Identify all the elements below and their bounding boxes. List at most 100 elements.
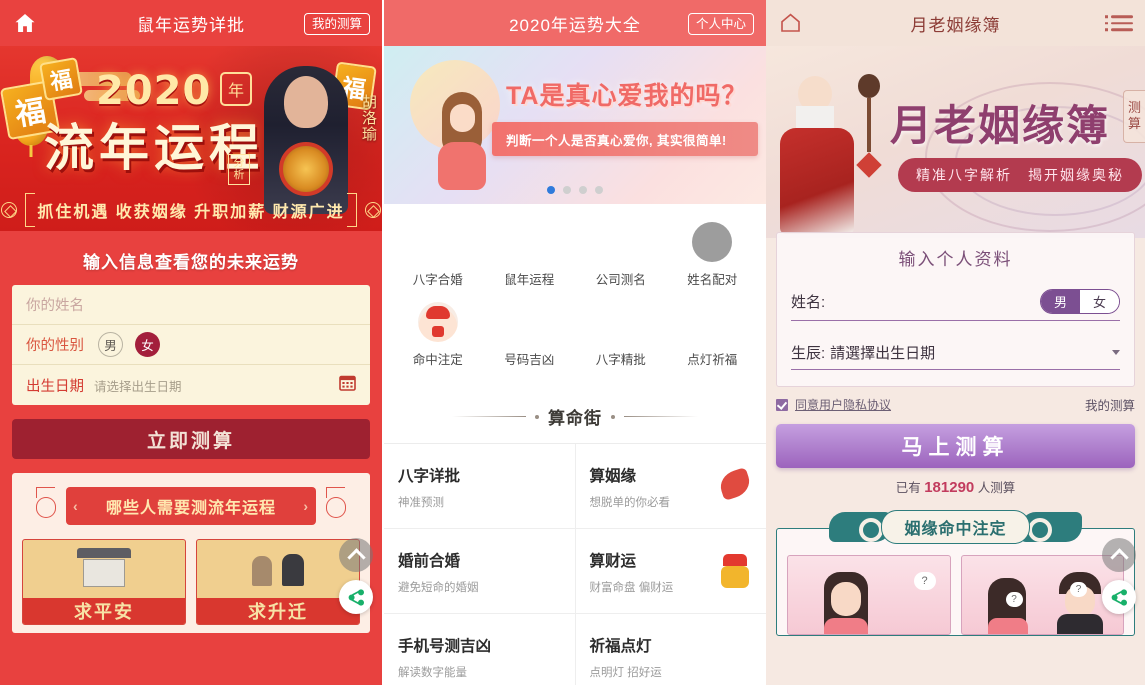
- divider-dot: [535, 414, 539, 419]
- fu-character: 福: [38, 56, 84, 102]
- grid-item-label: 姓名配对: [687, 273, 738, 287]
- list-item-subtitle: 避免短命的婚姻: [398, 582, 479, 594]
- scroll-to-top-button[interactable]: [339, 538, 373, 572]
- side-tab-calculate[interactable]: 测算: [1123, 90, 1145, 143]
- section-card-single[interactable]: ?: [787, 555, 951, 635]
- gender-male-option[interactable]: 男: [1040, 290, 1080, 313]
- my-records-label: 我的测算: [303, 13, 370, 35]
- panel1-title: 鼠年运势详批: [137, 15, 245, 35]
- list-item-subtitle: 解读数字能量: [398, 667, 467, 679]
- carousel-dot[interactable]: [595, 186, 603, 194]
- name-label: 姓名:: [791, 294, 826, 311]
- panel3-appbar: 月老姻缘簿: [766, 0, 1145, 46]
- gender-female-option[interactable]: 女: [135, 332, 160, 357]
- grid-item-shunian-yuncheng[interactable]: 鼠年运程: [484, 214, 576, 294]
- menu-list-icon[interactable]: [1105, 15, 1133, 31]
- submit-button-p3[interactable]: 马上测算: [776, 424, 1135, 468]
- panel3-hero-banner[interactable]: 月老姻缘簿 精准八字解析 揭开姻缘奥秘 测算: [766, 46, 1145, 238]
- gender-female-option[interactable]: 女: [1079, 290, 1119, 313]
- agree-checkbox[interactable]: [776, 398, 788, 411]
- section-card-label: 求平安: [23, 598, 185, 624]
- birthdate-field-row-p3[interactable]: 生辰: 請選擇出生日期: [791, 335, 1120, 370]
- list-item-suan-caiyun[interactable]: 算财运 财富命盘 偏财运: [574, 529, 766, 614]
- panel2-appbar: 2020年运势大全 个人中心: [384, 0, 766, 46]
- divider-dot: [611, 414, 615, 419]
- carousel-dots[interactable]: [384, 186, 766, 194]
- section-heading-row: 哪些人需要测流年运程: [22, 487, 360, 525]
- list-item-bazi-xiangpi[interactable]: 八字详批 神准预测: [384, 444, 575, 529]
- section-card[interactable]: 求平安: [22, 539, 186, 625]
- master-name: 胡洛瑜: [360, 94, 377, 142]
- grid-item-gongsi-ceming[interactable]: 公司测名: [575, 214, 667, 294]
- panel1-appbar: 鼠年运势详批 我的测算: [0, 0, 382, 46]
- temple-illustration: [77, 548, 131, 588]
- panel1-hero-banner[interactable]: 福 福 福 2020 年 流年运程 分析 胡洛瑜 抓住机遇 收获姻缘 升职加薪 …: [0, 46, 382, 231]
- grid-item-haoma-jixiong[interactable]: 号码吉凶: [484, 294, 576, 374]
- grid-item-xingming-peidui[interactable]: 姓名配对: [667, 214, 759, 294]
- name-field-row[interactable]: 你的姓名: [12, 285, 370, 325]
- divider-line: [624, 416, 698, 417]
- name-field-row-p3[interactable]: 姓名: 男 女: [791, 282, 1120, 321]
- diamond-icon: [1, 202, 18, 218]
- hero-big-title: 月老姻缘簿: [890, 101, 1111, 150]
- lantern-icon: [34, 487, 58, 521]
- birthdate-placeholder: 請選擇出生日期: [830, 345, 936, 362]
- share-button[interactable]: [1102, 580, 1136, 614]
- list-item-hunqian-hehun[interactable]: 婚前合婚 避免短命的婚姻: [384, 529, 575, 614]
- share-button[interactable]: [339, 580, 373, 614]
- service-row: 婚前合婚 避免短命的婚姻 算财运 财富命盘 偏财运: [384, 529, 766, 614]
- carousel-dot[interactable]: [563, 186, 571, 194]
- home-icon[interactable]: [14, 13, 36, 33]
- gender-segmented-control[interactable]: 男 女: [1039, 289, 1120, 314]
- service-row: 八字详批 神准预测 算姻缘 想脱单的你必看: [384, 444, 766, 529]
- master-portrait: [264, 66, 348, 214]
- user-center-button[interactable]: 个人中心: [687, 13, 754, 35]
- chevron-up-icon: [346, 547, 366, 567]
- section-card-couple[interactable]: ? ?: [960, 555, 1124, 635]
- missing-image-icon: [509, 302, 549, 342]
- placeholder-circle-icon: [692, 222, 733, 262]
- gender-male-option[interactable]: 男: [98, 332, 123, 357]
- grid-item-bazi-hehun[interactable]: 八字合婚: [392, 214, 484, 294]
- grid-item-mingzhong-zhuding[interactable]: 命中注定: [392, 294, 484, 374]
- list-item-title: 婚前合婚: [398, 553, 461, 570]
- carousel-dot[interactable]: [579, 186, 587, 194]
- panel2-carousel-banner[interactable]: TA是真心爱我的吗？ 判断一个人是否真心爱你, 其实很简单!: [384, 46, 766, 204]
- scroll-to-top-button[interactable]: [1102, 538, 1136, 572]
- question-bubble: ?: [913, 572, 936, 590]
- my-records-link-p3[interactable]: 我的测算: [1085, 395, 1135, 414]
- grid-item-bazi-jingpi[interactable]: 八字精批: [575, 294, 667, 374]
- analysis-tag: 分析: [228, 154, 250, 186]
- missing-image-icon: [692, 302, 732, 342]
- share-icon: [1111, 588, 1127, 606]
- chevron-down-icon[interactable]: [1112, 350, 1120, 355]
- banner-subtitle: 判断一个人是否真心爱你, 其实很简单!: [492, 122, 758, 156]
- question-bubble: ?: [1070, 582, 1087, 597]
- home-icon[interactable]: [780, 13, 801, 33]
- grid-row: 八字合婚 鼠年运程 公司测名 姓名配对: [392, 214, 758, 294]
- birthdate-label: 出生日期: [26, 378, 84, 395]
- agree-label[interactable]: 同意用户隐私协议: [795, 396, 891, 413]
- divider-line: [452, 416, 526, 417]
- submit-button-p1[interactable]: 立即测算: [12, 419, 370, 459]
- list-item-shoujihao-cejixiong[interactable]: 手机号测吉凶 解读数字能量: [384, 614, 575, 685]
- my-records-button-p1[interactable]: 我的测算: [303, 13, 370, 35]
- grid-item-diandeng-qifu[interactable]: 点灯祈福: [667, 294, 759, 374]
- grid-row: 命中注定 号码吉凶 八字精批 点灯祈福: [392, 294, 758, 374]
- name-input[interactable]: 你的姓名: [26, 294, 84, 315]
- chevron-up-icon: [1109, 547, 1129, 567]
- carousel-dot[interactable]: [547, 186, 555, 194]
- section-card[interactable]: 求升迁: [196, 539, 360, 625]
- grid-item-label: 命中注定: [412, 353, 463, 367]
- panel1-section: 哪些人需要测流年运程 求平安 求升迁: [12, 473, 370, 633]
- quick-entry-grid: 八字合婚 鼠年运程 公司测名 姓名配对 命中注定 号码吉凶 八字精批 点灯祈福: [384, 204, 766, 388]
- list-item-subtitle: 点明灯 招好运: [589, 667, 662, 679]
- count-suffix: 人测算: [977, 481, 1016, 495]
- nian-lantern-char: 年: [220, 72, 252, 106]
- hero-subtitle-bar: 抓住机遇 收获姻缘 升职加薪 财源广进: [0, 193, 382, 227]
- grid-item-label: 号码吉凶: [504, 353, 555, 367]
- birthdate-field-row[interactable]: 出生日期 请选择出生日期: [12, 365, 370, 405]
- calendar-icon[interactable]: [339, 374, 356, 396]
- list-item-qifu-diandeng[interactable]: 祈福点灯 点明灯 招好运: [574, 614, 767, 685]
- list-item-suan-yinyuan[interactable]: 算姻缘 想脱单的你必看: [574, 444, 766, 529]
